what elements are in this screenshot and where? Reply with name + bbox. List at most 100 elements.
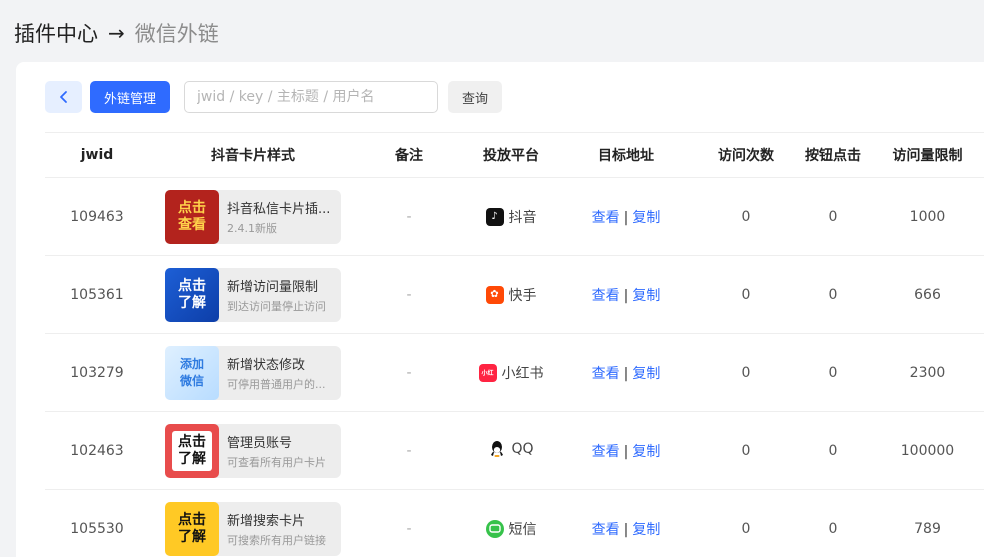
content-card: 外链管理 查询 jwid 抖音卡片样式 备注 投放平台 目标地址 访问次数 按钮… xyxy=(16,62,984,557)
card-title: 管理员账号 xyxy=(227,435,293,451)
jwid-cell: 105361 xyxy=(70,286,124,303)
card-subtitle: 可搜索所有用户链接 xyxy=(227,533,326,547)
card-subtitle: 可停用普通用户的... xyxy=(227,377,326,391)
target-cell: 查看 | 复制 xyxy=(561,363,691,383)
visits-cell: 0 xyxy=(741,208,751,225)
note-cell: - xyxy=(406,364,412,381)
thumbnail-line: 点击 xyxy=(178,511,206,528)
card-subtitle: 2.4.1新版 xyxy=(227,221,277,235)
platform-name: 小红书 xyxy=(501,365,544,382)
platform-cell: ✿ 快手 xyxy=(461,285,561,305)
limit-cell: 100000 xyxy=(900,442,955,459)
search-input[interactable] xyxy=(184,81,439,113)
card-title: 抖音私信卡片插... xyxy=(227,201,331,217)
copy-link[interactable]: 复制 xyxy=(632,210,660,226)
view-link[interactable]: 查看 xyxy=(592,522,620,538)
card-title: 新增状态修改 xyxy=(227,357,306,373)
visits-cell: 0 xyxy=(741,286,751,303)
target-cell: 查看 | 复制 xyxy=(561,441,691,461)
card-title: 新增访问量限制 xyxy=(227,279,319,295)
link-separator: | xyxy=(623,287,629,304)
platform-cell: 短信 xyxy=(461,519,561,539)
note-cell: - xyxy=(406,520,412,537)
copy-link[interactable]: 复制 xyxy=(632,366,660,382)
breadcrumb-root[interactable]: 插件中心 xyxy=(14,18,98,48)
back-button[interactable] xyxy=(45,81,82,113)
column-header-target: 目标地址 xyxy=(598,148,654,164)
visits-cell: 0 xyxy=(741,442,751,459)
page-title: 微信外链 xyxy=(134,22,219,46)
copy-link[interactable]: 复制 xyxy=(632,522,660,538)
column-header-card-style: 抖音卡片样式 xyxy=(211,148,295,164)
query-button[interactable]: 查询 xyxy=(448,81,503,113)
kuaishou-icon: ✿ xyxy=(485,285,504,304)
view-link[interactable]: 查看 xyxy=(592,444,620,460)
table-header: jwid 抖音卡片样式 备注 投放平台 目标地址 访问次数 按钮点击 访问量限制 xyxy=(45,132,984,178)
card-title: 新增搜索卡片 xyxy=(227,513,306,529)
thumbnail-line: 查看 xyxy=(178,216,206,233)
card-preview[interactable]: 点击 了解 管理员账号 可查看所有用户卡片 xyxy=(165,423,341,478)
card-preview[interactable]: 添加 微信 新增状态修改 可停用普通用户的... xyxy=(165,345,341,400)
card-preview[interactable]: 点击 了解 新增访问量限制 到达访问量停止访问 xyxy=(165,267,341,322)
view-link[interactable]: 查看 xyxy=(592,210,620,226)
card-preview[interactable]: 点击 查看 抖音私信卡片插... 2.4.1新版 xyxy=(165,189,341,244)
link-separator: | xyxy=(623,443,629,460)
card-text: 管理员账号 可查看所有用户卡片 xyxy=(227,432,337,470)
card-text: 新增搜索卡片 可搜索所有用户链接 xyxy=(227,510,337,548)
note-cell: - xyxy=(406,286,412,303)
thumbnail-inner: 点击 了解 xyxy=(172,430,212,471)
limit-cell: 2300 xyxy=(909,364,946,381)
link-manage-button[interactable]: 外链管理 xyxy=(90,81,171,113)
arrow-right-icon: → xyxy=(108,21,125,45)
thumbnail-line: 点击 xyxy=(178,199,206,216)
jwid-cell: 109463 xyxy=(70,208,124,225)
target-cell: 查看 | 复制 xyxy=(561,207,691,227)
thumbnail-line: 了解 xyxy=(178,450,206,467)
jwid-cell: 105530 xyxy=(70,520,124,537)
clicks-cell: 0 xyxy=(828,208,838,225)
copy-link[interactable]: 复制 xyxy=(632,444,660,460)
jwid-cell: 102463 xyxy=(70,442,124,459)
card-text: 抖音私信卡片插... 2.4.1新版 xyxy=(227,198,337,236)
card-style-cell: 点击 查看 抖音私信卡片插... 2.4.1新版 xyxy=(149,189,357,244)
douyin-icon: ♪ xyxy=(485,207,504,226)
links-table: jwid 抖音卡片样式 备注 投放平台 目标地址 访问次数 按钮点击 访问量限制… xyxy=(45,132,984,557)
sms-icon xyxy=(485,519,504,538)
thumbnail-line: 添加 xyxy=(179,356,204,371)
visits-cell: 0 xyxy=(741,364,751,381)
table-row: 105530 点击 了解 新增搜索卡片 可搜索所有用户链接 - 短信 查看 | … xyxy=(45,490,984,557)
thumbnail-line: 微信 xyxy=(179,373,204,388)
platform-cell: QQ xyxy=(461,440,561,462)
column-header-note: 备注 xyxy=(395,148,423,164)
breadcrumb: 插件中心 → 微信外链 xyxy=(14,18,219,48)
card-text: 新增访问量限制 到达访问量停止访问 xyxy=(227,276,337,314)
platform-cell: ♪ 抖音 xyxy=(461,207,561,227)
column-header-platform: 投放平台 xyxy=(483,148,539,164)
jwid-cell: 103279 xyxy=(70,364,124,381)
clicks-cell: 0 xyxy=(828,520,838,537)
view-link[interactable]: 查看 xyxy=(592,366,620,382)
card-subtitle: 到达访问量停止访问 xyxy=(227,299,326,313)
link-separator: | xyxy=(623,365,629,382)
column-header-jwid: jwid xyxy=(80,147,114,163)
view-link[interactable]: 查看 xyxy=(592,288,620,304)
table-row: 102463 点击 了解 管理员账号 可查看所有用户卡片 - QQ 查看 | 复… xyxy=(45,412,984,490)
card-style-cell: 添加 微信 新增状态修改 可停用普通用户的... xyxy=(149,345,357,400)
table-row: 103279 添加 微信 新增状态修改 可停用普通用户的... - 小红 小红书… xyxy=(45,334,984,412)
table-row: 105361 点击 了解 新增访问量限制 到达访问量停止访问 - ✿ 快手 查看… xyxy=(45,256,984,334)
table-row: 109463 点击 查看 抖音私信卡片插... 2.4.1新版 - ♪ 抖音 查… xyxy=(45,178,984,256)
column-header-limit: 访问量限制 xyxy=(892,148,963,164)
card-thumbnail: 点击 了解 xyxy=(165,267,219,322)
card-subtitle: 可查看所有用户卡片 xyxy=(227,455,326,469)
card-preview[interactable]: 点击 了解 新增搜索卡片 可搜索所有用户链接 xyxy=(165,501,341,556)
note-cell: - xyxy=(406,208,412,225)
platform-name: 快手 xyxy=(508,287,537,304)
card-style-cell: 点击 了解 新增访问量限制 到达访问量停止访问 xyxy=(149,267,357,322)
clicks-cell: 0 xyxy=(828,442,838,459)
card-thumbnail: 点击 查看 xyxy=(165,189,219,244)
thumbnail-line: 了解 xyxy=(178,528,206,545)
limit-cell: 666 xyxy=(914,286,941,303)
note-cell: - xyxy=(406,442,412,459)
copy-link[interactable]: 复制 xyxy=(632,288,660,304)
toolbar: 外链管理 查询 xyxy=(45,81,503,113)
